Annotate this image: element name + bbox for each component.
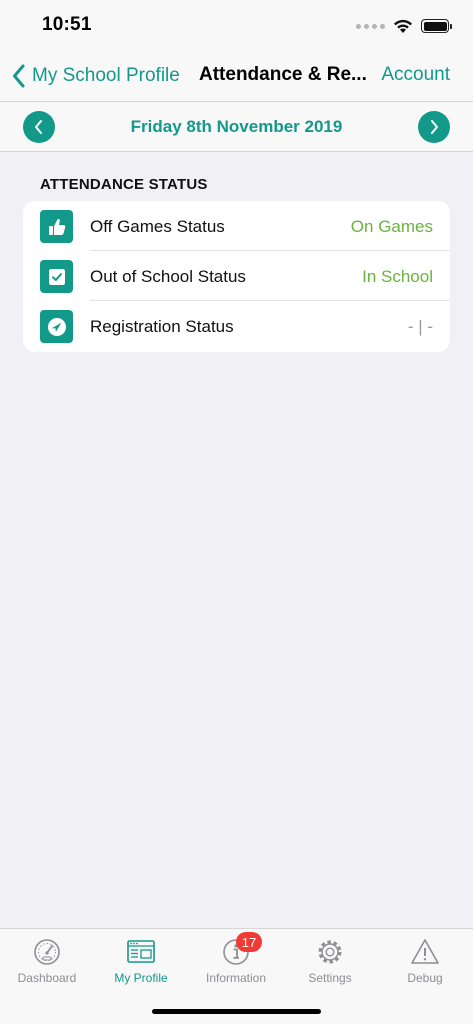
tab-label: Debug (407, 971, 443, 985)
wifi-icon (394, 19, 412, 33)
current-date: Friday 8th November 2019 (130, 117, 343, 136)
row-value: In School (362, 267, 433, 286)
account-button[interactable]: Account (381, 64, 450, 86)
row-label: Off Games Status (90, 217, 225, 236)
next-date-button[interactable] (418, 111, 450, 143)
navigation-bar: My School Profile Attendance & Re... Acc… (0, 50, 473, 102)
attendance-status-card: Off Games Status On Games Out of School … (23, 201, 450, 352)
speedometer-icon (32, 937, 62, 967)
chevron-right-icon (431, 120, 438, 134)
tab-debug[interactable]: Debug (378, 929, 472, 991)
warning-icon (410, 937, 440, 967)
row-label: Registration Status (90, 317, 234, 336)
location-arrow-icon (40, 310, 73, 343)
status-time: 10:51 (42, 14, 92, 35)
tab-information[interactable]: 17 Information (189, 929, 283, 991)
section-header: ATTENDANCE STATUS (40, 176, 208, 193)
thumbs-up-icon (40, 210, 73, 243)
back-button[interactable]: My School Profile (12, 62, 180, 90)
tab-my-profile[interactable]: My Profile (94, 929, 188, 991)
status-bar: 10:51 (0, 0, 473, 50)
out-of-school-status-row[interactable]: Out of School Status In School (23, 251, 450, 301)
battery-icon (421, 19, 452, 33)
off-games-status-row[interactable]: Off Games Status On Games (23, 201, 450, 251)
tab-label: Settings (308, 971, 352, 985)
registration-status-row[interactable]: Registration Status - | - (23, 301, 450, 351)
status-icons (356, 16, 452, 36)
page-title: Attendance & Re... (199, 64, 367, 85)
info-icon: 17 (221, 932, 262, 967)
check-badge-icon (40, 260, 73, 293)
chevron-left-icon (13, 64, 25, 88)
cellular-signal-icon (356, 23, 385, 29)
tab-label: Dashboard (17, 971, 77, 985)
profile-card-icon (126, 937, 156, 967)
gear-icon (315, 937, 345, 967)
tab-dashboard[interactable]: Dashboard (0, 929, 94, 991)
notification-badge: 17 (236, 932, 262, 952)
tab-settings[interactable]: Settings (283, 929, 377, 991)
date-selector: Friday 8th November 2019 (0, 102, 473, 152)
home-indicator (152, 1009, 321, 1014)
tab-label: Information (205, 971, 267, 985)
row-label: Out of School Status (90, 267, 246, 286)
back-button-label: My School Profile (32, 65, 180, 86)
row-value: On Games (350, 217, 433, 236)
row-value: - | - (407, 317, 433, 336)
tab-label: My Profile (114, 971, 168, 985)
